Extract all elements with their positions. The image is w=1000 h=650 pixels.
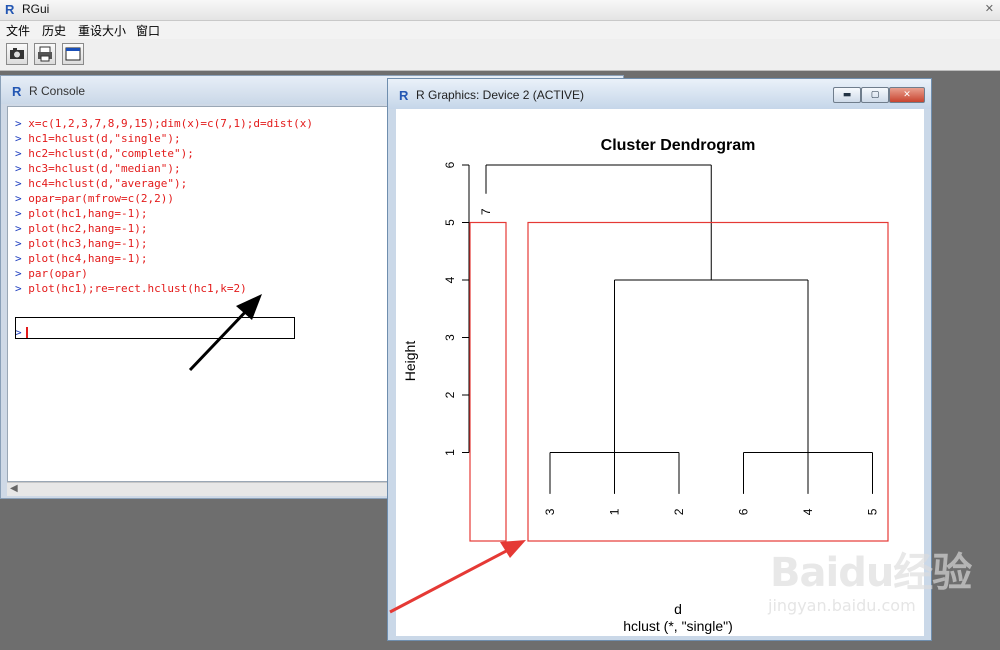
console-line: > hc3=hclust(d,"median"); bbox=[15, 162, 181, 175]
svg-text:R: R bbox=[399, 88, 409, 102]
graphics-title: R Graphics: Device 2 (ACTIVE) bbox=[416, 88, 585, 102]
leaf-label: 6 bbox=[737, 508, 751, 515]
minimize-button[interactable]: ▬ bbox=[833, 87, 861, 103]
console-line: > plot(hc1,hang=-1); bbox=[15, 207, 148, 220]
leaf-label: 3 bbox=[543, 508, 557, 515]
y-tick-label: 3 bbox=[443, 334, 457, 341]
y-tick-label: 6 bbox=[443, 161, 457, 168]
console-line: > par(opar) bbox=[15, 267, 88, 280]
leaf-label: 7 bbox=[479, 208, 493, 215]
menubar: 文件 历史 重设大小 窗口 bbox=[0, 21, 1000, 39]
svg-text:R: R bbox=[5, 2, 15, 16]
leaf-label: 2 bbox=[672, 508, 686, 515]
y-tick-label: 1 bbox=[443, 449, 457, 456]
menu-file[interactable]: 文件 bbox=[6, 22, 30, 39]
menu-resize[interactable]: 重设大小 bbox=[78, 22, 126, 39]
menu-windows[interactable]: 窗口 bbox=[136, 22, 160, 39]
highlight-box bbox=[15, 317, 295, 339]
toolbar bbox=[0, 39, 1000, 71]
chart-subtitle: hclust (*, "single") bbox=[623, 618, 733, 634]
leaf-label: 1 bbox=[608, 508, 622, 515]
console-line: > hc4=hclust(d,"average"); bbox=[15, 177, 188, 190]
console-line: > plot(hc3,hang=-1); bbox=[15, 237, 148, 250]
console-line-highlighted: > plot(hc1);re=rect.hclust(hc1,k=2) bbox=[15, 282, 247, 295]
leaf-label: 4 bbox=[801, 508, 815, 515]
console-line: > hc1=hclust(d,"single"); bbox=[15, 132, 181, 145]
watermark-brand: Baidu经验 bbox=[770, 550, 972, 596]
console-title: R Console bbox=[29, 84, 86, 98]
console-line: > plot(hc4,hang=-1); bbox=[15, 252, 148, 265]
menu-history[interactable]: 历史 bbox=[42, 22, 66, 39]
scroll-left-icon[interactable]: ◀ bbox=[10, 483, 18, 494]
r-logo-icon: R bbox=[399, 88, 409, 102]
baidu-watermark: Baidu经验 jingyan.baidu.com bbox=[760, 540, 1000, 640]
leaf-label: 5 bbox=[866, 508, 880, 515]
x-axis-label: d bbox=[674, 601, 682, 617]
print-icon[interactable] bbox=[34, 43, 56, 65]
console-line: > hc2=hclust(d,"complete"); bbox=[15, 147, 194, 160]
console-line: > plot(hc2,hang=-1); bbox=[15, 222, 148, 235]
close-button[interactable]: ✕ bbox=[889, 87, 925, 103]
watermark-url: jingyan.baidu.com bbox=[768, 596, 916, 615]
graphics-titlebar[interactable]: R R Graphics: Device 2 (ACTIVE) ▬ ▢ ✕ bbox=[388, 79, 931, 109]
app-title: RGui bbox=[22, 2, 50, 16]
y-axis-label: Height bbox=[402, 341, 418, 382]
chart-title: Cluster Dendrogram bbox=[601, 137, 756, 154]
cluster-rect bbox=[469, 221, 507, 542]
r-logo-icon: R bbox=[12, 84, 22, 98]
app-titlebar: R RGui ✕ bbox=[0, 0, 1000, 21]
camera-icon[interactable] bbox=[6, 43, 28, 65]
y-tick-label: 5 bbox=[443, 219, 457, 226]
window-icon[interactable] bbox=[62, 43, 84, 65]
console-line: > x=c(1,2,3,7,8,9,15);dim(x)=c(7,1);d=di… bbox=[15, 117, 314, 130]
y-tick-label: 2 bbox=[443, 391, 457, 398]
svg-text:R: R bbox=[12, 84, 22, 98]
r-logo-icon: R bbox=[5, 2, 15, 16]
maximize-button[interactable]: ▢ bbox=[861, 87, 889, 103]
cluster-rect bbox=[527, 221, 889, 542]
y-tick-label: 4 bbox=[443, 276, 457, 283]
app-close-icon[interactable]: ✕ bbox=[985, 2, 994, 15]
dendrogram-marks: 1 2 3 4 5 6 3 1 2 6 4 5 7 bbox=[443, 161, 889, 542]
console-lines: > x=c(1,2,3,7,8,9,15);dim(x)=c(7,1);d=di… bbox=[15, 116, 313, 296]
console-line: > opar=par(mfrow=c(2,2)) bbox=[15, 192, 174, 205]
